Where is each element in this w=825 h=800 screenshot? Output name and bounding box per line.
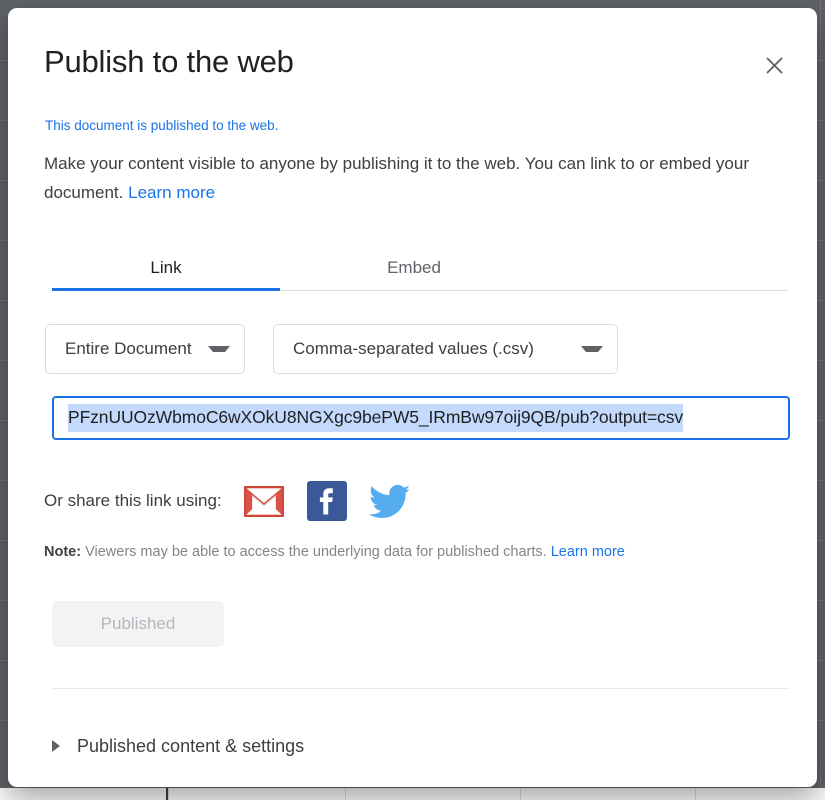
spreadsheet-row-strip <box>0 788 825 800</box>
note-row: Note: Viewers may be able to access the … <box>44 544 625 560</box>
facebook-share-button[interactable] <box>304 478 350 524</box>
note-learn-more-link[interactable]: Learn more <box>551 544 625 560</box>
chevron-down-icon <box>208 346 230 352</box>
dialog-description: Make your content visible to anyone by p… <box>44 149 770 207</box>
note-text: Viewers may be able to access the underl… <box>85 544 547 560</box>
twitter-icon <box>368 484 411 519</box>
tab-link[interactable]: Link <box>52 246 280 290</box>
published-url-text: PFznUUOzWbmoC6wXOkU8NGXgc9bePW5_IRmBw97o… <box>68 404 683 432</box>
close-icon <box>765 56 784 75</box>
section-divider <box>52 688 790 689</box>
spreadsheet-cell-border <box>520 788 521 800</box>
description-learn-more-link[interactable]: Learn more <box>128 183 215 202</box>
tab-bar: Link Embed <box>44 246 788 292</box>
scope-select-value: Entire Document <box>65 339 192 358</box>
published-content-settings-toggle[interactable]: Published content & settings <box>52 730 304 762</box>
tab-active-indicator <box>52 288 280 291</box>
share-label: Or share this link using: <box>44 491 222 510</box>
publish-to-web-dialog: Publish to the web This document is publ… <box>8 8 817 787</box>
note-prefix: Note: <box>44 544 82 560</box>
published-status-link[interactable]: This document is published to the web. <box>45 118 278 133</box>
format-select[interactable]: Comma-separated values (.csv) <box>273 324 618 374</box>
scope-select[interactable]: Entire Document <box>45 324 245 374</box>
published-content-settings-label: Published content & settings <box>77 735 305 756</box>
facebook-icon <box>306 481 347 521</box>
spreadsheet-cell-border <box>345 788 346 800</box>
page-title: Publish to the web <box>44 44 294 79</box>
gmail-icon <box>243 485 284 517</box>
spreadsheet-cell-cursor <box>166 788 168 800</box>
share-row: Or share this link using: <box>44 478 430 524</box>
twitter-share-button[interactable] <box>367 478 413 524</box>
format-select-value: Comma-separated values (.csv) <box>293 339 534 358</box>
tab-embed[interactable]: Embed <box>300 246 528 290</box>
gmail-share-button[interactable] <box>241 478 287 524</box>
spreadsheet-cell-border <box>168 788 169 800</box>
published-button[interactable]: Published <box>52 601 224 647</box>
spreadsheet-cell-border <box>695 788 696 800</box>
chevron-down-icon <box>581 346 603 352</box>
published-url-input[interactable]: PFznUUOzWbmoC6wXOkU8NGXgc9bePW5_IRmBw97o… <box>52 396 790 440</box>
triangle-right-icon <box>52 740 60 752</box>
backdrop-gridline <box>820 0 821 800</box>
close-button[interactable] <box>757 48 791 82</box>
